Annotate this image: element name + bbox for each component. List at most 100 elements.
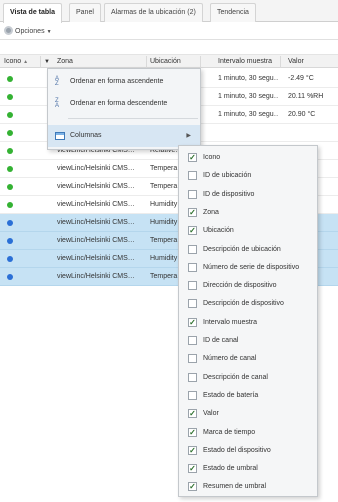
column-header-menu: AZ Ordenar en forma ascendente ZA Ordena… [47, 68, 201, 150]
column-toggle-label: Valor [203, 410, 219, 418]
checkbox-checked-icon[interactable]: ✓ [188, 317, 197, 327]
checkbox-checked-icon[interactable]: ✓ [188, 409, 197, 419]
column-header-location[interactable]: Ubicación [150, 55, 181, 69]
column-toggle-item[interactable]: ✓ Icono [179, 148, 317, 168]
column-toggle-item[interactable]: ✓ Intervalo muestra [179, 313, 317, 333]
sort-descending-item[interactable]: ZA Ordenar en forma descendente [48, 93, 200, 115]
checkbox-unchecked-icon[interactable] [188, 244, 197, 254]
column-toggle-item[interactable]: ✓ Estado del dispositivo [179, 441, 317, 461]
checkbox-checked-icon[interactable]: ✓ [188, 482, 197, 492]
column-toggle-item[interactable]: ✓ Marca de tiempo [179, 423, 317, 443]
checkbox-checked-icon[interactable]: ✓ [188, 226, 197, 236]
checkbox-checked-icon[interactable]: ✓ [188, 464, 197, 474]
status-dot-icon [7, 184, 13, 190]
column-toggle-label: Estado de umbral [203, 465, 258, 473]
checkbox-unchecked-icon[interactable] [188, 281, 197, 291]
status-dot-icon [7, 166, 13, 172]
column-toggle-label: Número de canal [203, 355, 257, 363]
options-label: Opciones [15, 28, 45, 35]
status-dot-icon [7, 112, 13, 118]
checkbox-unchecked-icon[interactable] [188, 354, 197, 364]
checkbox-unchecked-icon[interactable] [188, 372, 197, 382]
sort-descending-icon: ZA [55, 98, 60, 109]
column-toggle-label: Ubicación [203, 227, 234, 235]
column-toggle-item[interactable]: ID de dispositivo [179, 185, 317, 205]
column-toggle-item[interactable]: ID de canal [179, 331, 317, 351]
column-toggle-label: Dirección de dispositivo [203, 282, 277, 290]
column-toggle-label: Descripción de canal [203, 373, 268, 381]
tab-label: Vista de tabla [10, 9, 56, 16]
status-dot-icon [7, 220, 13, 226]
tab-bar: Vista de tabla Panel Alarmas de la ubica… [0, 0, 338, 23]
status-dot-icon [7, 148, 13, 154]
column-toggle-item[interactable]: ✓ Resumen de umbral [179, 477, 317, 497]
gear-icon [4, 26, 13, 35]
column-header-zone[interactable]: Zona [57, 55, 73, 69]
column-toggle-item[interactable]: ✓ Zona [179, 203, 317, 223]
tab-table-view[interactable]: Vista de tabla [3, 3, 63, 23]
tab-label: Alarmas de la ubicación (2) [111, 9, 196, 16]
column-toggle-item[interactable]: Dirección de dispositivo [179, 276, 317, 296]
column-toggle-label: Estado de batería [203, 391, 259, 399]
tab-location-alarms[interactable]: Alarmas de la ubicación (2) [104, 3, 203, 22]
checkbox-checked-icon[interactable]: ✓ [188, 427, 197, 437]
checkbox-checked-icon[interactable]: ✓ [188, 153, 197, 162]
column-toggle-item[interactable]: ✓ Valor [179, 404, 317, 424]
sort-indicator-icon: ▲ [23, 59, 29, 65]
zone-cell: viewLinc/Helsinki CMS… [57, 183, 135, 190]
column-toggle-item[interactable]: ✓ Estado de umbral [179, 459, 317, 479]
column-header-sample-interval[interactable]: Intervalo muestra [218, 55, 272, 69]
column-header-value[interactable]: Valor [288, 55, 304, 69]
checkbox-unchecked-icon[interactable] [188, 390, 197, 400]
zone-cell: viewLinc/Helsinki CMS… [57, 219, 135, 226]
value-cell: 20.90 °C [288, 111, 316, 118]
checkbox-unchecked-icon[interactable] [188, 189, 197, 199]
value-cell: 20.11 %RH [288, 93, 324, 100]
column-dropdown-icon[interactable]: ▼ [44, 55, 50, 69]
column-toggle-label: Zona [203, 208, 219, 216]
tab-panel[interactable]: Panel [69, 3, 101, 22]
column-toggle-label: ID de ubicación [203, 172, 252, 180]
column-header-icon[interactable]: Icono ▲ [4, 55, 28, 69]
checkbox-unchecked-icon[interactable] [188, 171, 197, 181]
sample-interval-cell: 1 minuto, 30 segu… [218, 111, 278, 118]
menu-item-label: Ordenar en forma ascendente [70, 78, 164, 85]
status-dot-icon [7, 202, 13, 208]
checkbox-unchecked-icon[interactable] [188, 299, 197, 309]
status-dot-icon [7, 238, 13, 244]
column-toggle-item[interactable]: Estado de batería [179, 386, 317, 406]
zone-cell: viewLinc/Helsinki CMS… [57, 237, 135, 244]
column-toggle-item[interactable]: Descripción de ubicación [179, 240, 317, 260]
column-toggle-item[interactable]: Número de serie de dispositivo [179, 258, 317, 278]
column-toggle-label: ID de canal [203, 337, 239, 344]
checkbox-unchecked-icon[interactable] [188, 336, 197, 345]
chevron-down-icon: ▼ [46, 29, 52, 35]
column-toggle-item[interactable]: Descripción de canal [179, 368, 317, 388]
checkbox-checked-icon[interactable]: ✓ [188, 207, 197, 217]
menu-item-label: Columnas [70, 132, 102, 139]
sample-interval-cell: 1 minuto, 30 segu… [218, 93, 278, 100]
zone-cell: viewLinc/Helsinki CMS… [57, 201, 135, 208]
column-toggle-item[interactable]: Descripción de dispositivo [179, 294, 317, 314]
column-toggle-item[interactable]: ✓ Ubicación [179, 221, 317, 241]
columns-item[interactable]: Columnas ▶ [48, 125, 200, 147]
toolbar: Opciones ▼ [0, 23, 338, 40]
status-dot-icon [7, 274, 13, 280]
column-toggle-label: ID de dispositivo [203, 190, 255, 198]
column-toggle-label: Descripción de dispositivo [203, 300, 284, 308]
status-dot-icon [7, 130, 13, 136]
options-button[interactable]: Opciones ▼ [4, 25, 52, 38]
column-toggle-label: Estado del dispositivo [203, 446, 271, 454]
checkbox-checked-icon[interactable]: ✓ [188, 445, 197, 455]
column-toggle-item[interactable]: ID de ubicación [179, 166, 317, 186]
sort-ascending-item[interactable]: AZ Ordenar en forma ascendente [48, 71, 200, 93]
column-toggle-label: Descripción de ubicación [203, 245, 281, 253]
zone-cell: viewLinc/Helsinki CMS… [57, 255, 135, 262]
tab-trend[interactable]: Tendencia [210, 3, 256, 22]
sample-interval-cell: 1 minuto, 30 segu… [218, 75, 278, 82]
column-toggle-item[interactable]: Número de canal [179, 349, 317, 369]
zone-cell: viewLinc/Helsinki CMS… [57, 165, 135, 172]
status-dot-icon [7, 76, 13, 82]
checkbox-unchecked-icon[interactable] [188, 262, 197, 272]
table-header: Icono ▲ ▼ Zona Ubicación Intervalo muest… [0, 54, 338, 68]
